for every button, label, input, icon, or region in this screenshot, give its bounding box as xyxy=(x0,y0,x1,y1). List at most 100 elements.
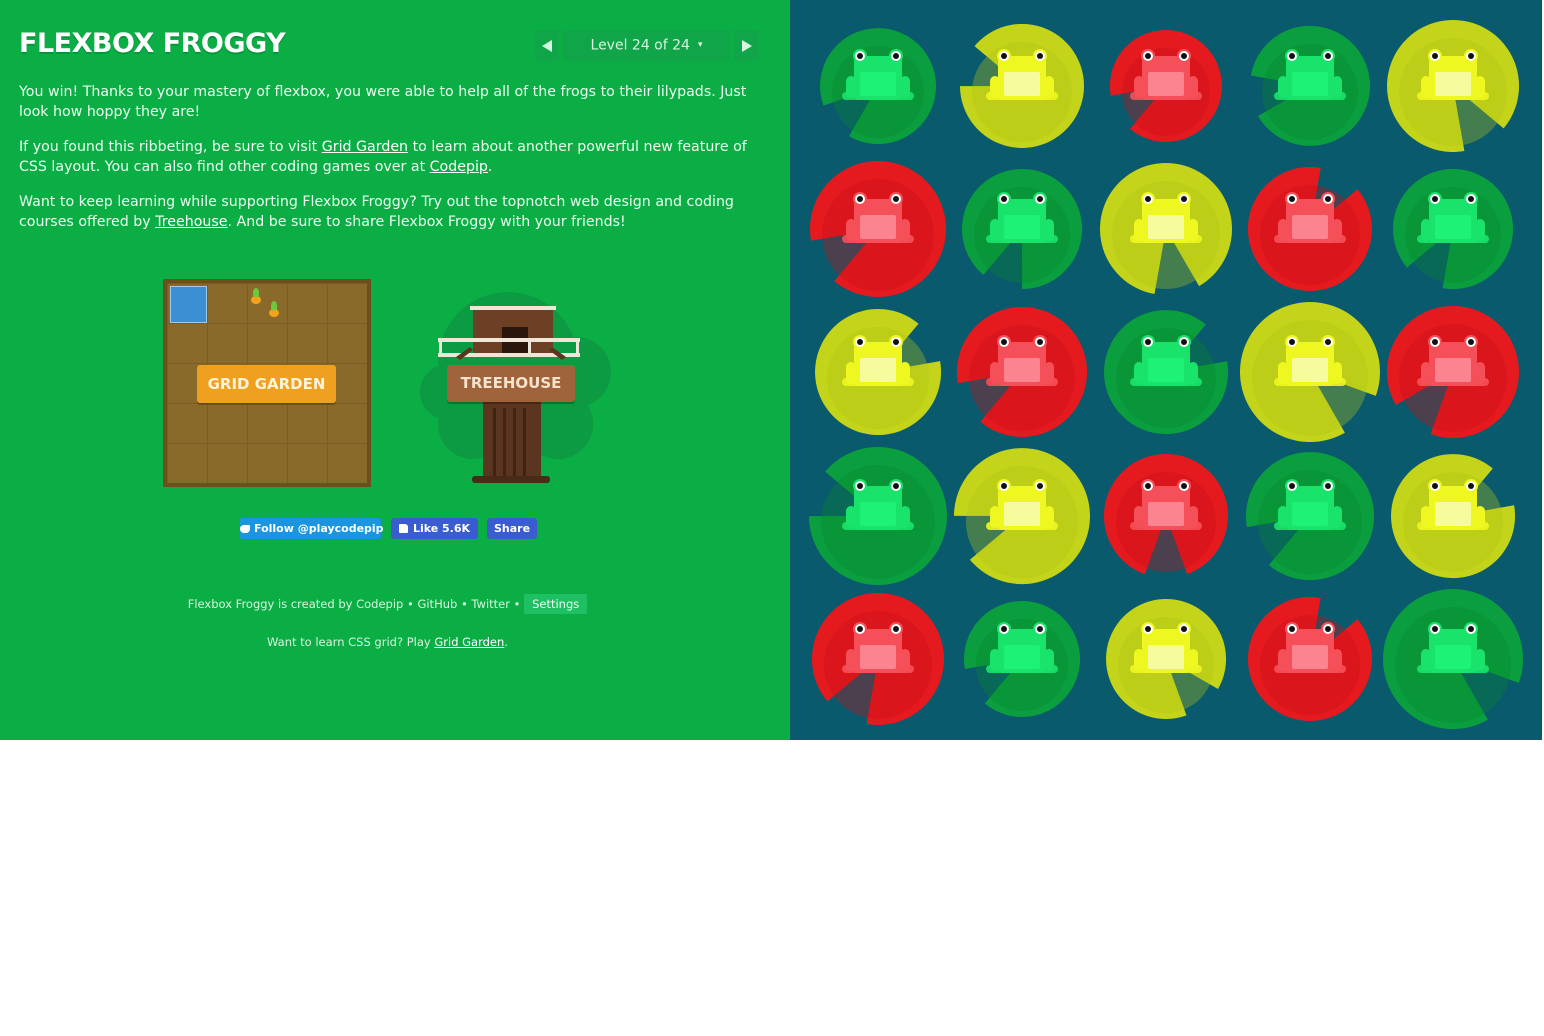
frog-belly xyxy=(1435,215,1471,239)
footer-text: Want to learn CSS grid? Play xyxy=(267,635,435,649)
frog-pupil xyxy=(857,339,863,345)
red-frog-on-lilypad xyxy=(1247,166,1372,291)
sidebar: FLEXBOX FROGGY Level 24 of 24 ▾ You win! … xyxy=(0,0,790,740)
red-frog-on-lilypad xyxy=(957,306,1088,437)
green-frog-on-lilypad xyxy=(809,447,947,586)
frog-belly xyxy=(1004,358,1040,382)
twitter-follow-button[interactable]: Follow @playcodepip xyxy=(240,518,384,539)
frog-pupil xyxy=(857,483,863,489)
grid-garden-card[interactable]: GRID GARDEN xyxy=(163,279,371,487)
frog-belly xyxy=(1004,645,1040,669)
frog-belly xyxy=(1004,502,1040,526)
footer-github-link[interactable]: GitHub xyxy=(417,597,457,611)
frog-pupil xyxy=(1468,196,1474,202)
frog-belly xyxy=(1292,72,1328,96)
green-frog-on-lilypad xyxy=(964,601,1081,718)
frog-belly xyxy=(1292,645,1328,669)
frog-pupil xyxy=(1181,339,1187,345)
grid-garden-link[interactable]: Grid Garden xyxy=(322,139,408,155)
footer-text: Flexbox Froggy is created by xyxy=(187,597,357,611)
carrot-icon xyxy=(269,301,279,317)
level-navigation: Level 24 of 24 ▾ xyxy=(535,30,759,61)
frog-belly xyxy=(860,215,896,239)
frog-pupil xyxy=(1432,53,1438,59)
footer-text: . xyxy=(504,635,508,649)
settings-button[interactable]: Settings xyxy=(524,594,588,614)
frog-belly xyxy=(860,502,896,526)
frog-pupil xyxy=(1001,53,1007,59)
yellow-frog-on-lilypad xyxy=(1099,163,1232,294)
frog-pupil xyxy=(1432,196,1438,202)
arrow-right-icon xyxy=(742,40,752,52)
frog-belly xyxy=(1148,72,1184,96)
frog-belly xyxy=(1435,358,1471,382)
frog-pupil xyxy=(1325,626,1331,632)
yellow-frog-on-lilypad xyxy=(960,23,1084,148)
green-frog-on-lilypad xyxy=(962,169,1083,289)
footer-separator: • xyxy=(403,597,418,611)
red-frog-on-lilypad xyxy=(1247,596,1372,721)
frog-pupil xyxy=(1001,196,1007,202)
green-frog-on-lilypad xyxy=(1393,169,1514,290)
footer-separator: • xyxy=(509,597,525,611)
frog-pupil xyxy=(1325,339,1331,345)
frog-belly xyxy=(860,72,896,96)
frog-pupil xyxy=(1037,339,1043,345)
app: FLEXBOX FROGGY Level 24 of 24 ▾ You win! … xyxy=(0,0,1542,740)
frog-belly xyxy=(1435,645,1471,669)
facebook-like-label: Like 5.6K xyxy=(412,522,471,535)
red-frog-on-lilypad xyxy=(1386,305,1519,438)
frog-pupil xyxy=(1325,53,1331,59)
frog-pupil xyxy=(1145,53,1151,59)
frog-belly xyxy=(1292,215,1328,239)
frog-pupil xyxy=(1468,483,1474,489)
frog-pupil xyxy=(1001,339,1007,345)
footer-codepip-link[interactable]: Codepip xyxy=(356,597,403,611)
frog-pupil xyxy=(893,196,899,202)
green-frog-on-lilypad xyxy=(1382,589,1523,730)
frog-pupil xyxy=(1468,626,1474,632)
frog-pupil xyxy=(1468,339,1474,345)
thumbs-up-icon xyxy=(398,524,408,533)
yellow-frog-on-lilypad xyxy=(1391,454,1516,579)
level-indicator[interactable]: Level 24 of 24 ▾ xyxy=(563,30,730,61)
codepip-link[interactable]: Codepip xyxy=(430,159,488,175)
next-level-button[interactable] xyxy=(734,30,759,61)
treehouse-label: TREEHOUSE xyxy=(447,365,575,402)
frog-pupil xyxy=(1145,339,1151,345)
frog-belly xyxy=(860,645,896,669)
footer-twitter-link[interactable]: Twitter xyxy=(471,597,510,611)
yellow-frog-on-lilypad xyxy=(1239,302,1380,443)
frog-pupil xyxy=(1181,626,1187,632)
frog-pupil xyxy=(1289,196,1295,202)
treehouse-promo-text: Want to keep learning while supporting F… xyxy=(19,192,759,232)
frog-pupil xyxy=(857,196,863,202)
frog-belly xyxy=(1292,358,1328,382)
frog-pupil xyxy=(1289,483,1295,489)
previous-level-button[interactable] xyxy=(535,30,559,61)
footer-grid-garden-link[interactable]: Grid Garden xyxy=(434,635,504,649)
board-canvas xyxy=(809,19,1523,730)
treehouse-card[interactable]: TREEHOUSE xyxy=(408,284,613,489)
facebook-share-button[interactable]: Share xyxy=(487,518,537,539)
frog-pupil xyxy=(1037,196,1043,202)
frog-pupil xyxy=(857,626,863,632)
frog-pupil xyxy=(1289,626,1295,632)
frog-pupil xyxy=(1145,196,1151,202)
frog-pupil xyxy=(1181,483,1187,489)
green-frog-on-lilypad xyxy=(1246,452,1375,581)
yellow-frog-on-lilypad xyxy=(1106,598,1227,719)
frog-pupil xyxy=(1432,483,1438,489)
treehouse-link[interactable]: Treehouse xyxy=(155,214,227,230)
green-frog-on-lilypad xyxy=(820,28,937,145)
frog-belly xyxy=(1004,215,1040,239)
green-frog-on-lilypad xyxy=(1104,310,1229,435)
game-board xyxy=(790,0,1542,740)
caret-down-icon: ▾ xyxy=(697,40,703,50)
footer-separator: • xyxy=(457,597,472,611)
footer-grid-promo: Want to learn CSS grid? Play Grid Garden… xyxy=(0,632,775,652)
win-message: You win! Thanks to your mastery of flexb… xyxy=(19,84,747,120)
level-label: Level 24 of 24 xyxy=(590,37,690,54)
red-frog-on-lilypad xyxy=(1109,29,1222,142)
facebook-like-button[interactable]: Like 5.6K xyxy=(391,518,478,539)
